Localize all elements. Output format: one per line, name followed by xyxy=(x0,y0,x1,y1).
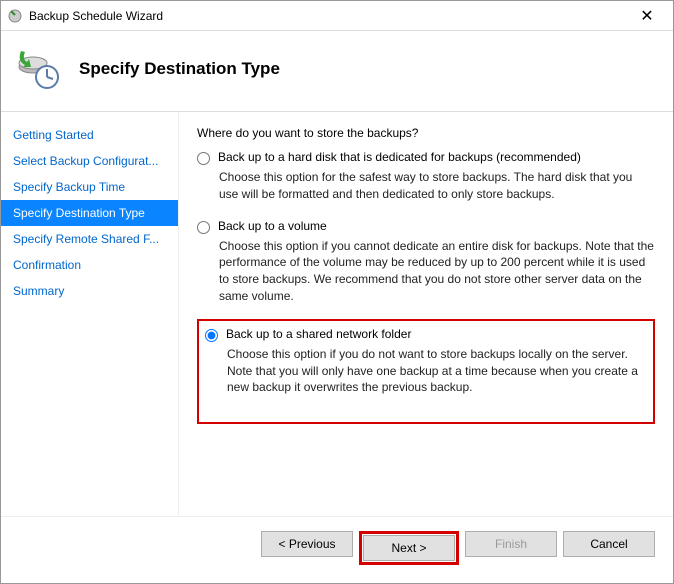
app-icon xyxy=(7,8,23,24)
option-0[interactable]: Back up to a hard disk that is dedicated… xyxy=(197,150,655,165)
wizard-header: Specify Destination Type xyxy=(1,31,673,112)
option-desc-1: Choose this option if you cannot dedicat… xyxy=(219,238,655,305)
option-radio-1[interactable] xyxy=(197,221,210,234)
option-desc-2: Choose this option if you do not want to… xyxy=(227,346,647,396)
finish-button-wrap: Finish xyxy=(465,531,557,565)
option-radio-2[interactable] xyxy=(205,329,218,342)
backup-icon xyxy=(15,45,63,93)
previous-button-wrap: < Previous xyxy=(261,531,353,565)
sidebar-step-5[interactable]: Confirmation xyxy=(1,252,178,278)
next-button[interactable]: Next > xyxy=(363,535,455,561)
close-button[interactable]: ✕ xyxy=(627,6,667,26)
window-title: Backup Schedule Wizard xyxy=(29,9,627,23)
sidebar-step-4[interactable]: Specify Remote Shared F... xyxy=(1,226,178,252)
option-radio-0[interactable] xyxy=(197,152,210,165)
option-desc-0: Choose this option for the safest way to… xyxy=(219,169,655,203)
sidebar-step-0[interactable]: Getting Started xyxy=(1,122,178,148)
option-label-0: Back up to a hard disk that is dedicated… xyxy=(218,150,581,165)
option-2[interactable]: Back up to a shared network folder xyxy=(205,327,647,342)
wizard-body: Getting StartedSelect Backup Configurat.… xyxy=(1,112,673,516)
titlebar: Backup Schedule Wizard ✕ xyxy=(1,1,673,31)
sidebar-step-6[interactable]: Summary xyxy=(1,278,178,304)
destination-options: Back up to a hard disk that is dedicated… xyxy=(197,150,655,424)
previous-button[interactable]: < Previous xyxy=(261,531,353,557)
wizard-footer: < Previous Next > Finish Cancel xyxy=(1,516,673,583)
option-1[interactable]: Back up to a volume xyxy=(197,219,655,234)
cancel-button[interactable]: Cancel xyxy=(563,531,655,557)
finish-button: Finish xyxy=(465,531,557,557)
page-title: Specify Destination Type xyxy=(79,59,280,79)
option-label-1: Back up to a volume xyxy=(218,219,327,234)
wizard-window: Backup Schedule Wizard ✕ Specify Destina… xyxy=(0,0,674,584)
sidebar-step-1[interactable]: Select Backup Configurat... xyxy=(1,148,178,174)
option-label-2: Back up to a shared network folder xyxy=(226,327,411,342)
wizard-steps-sidebar: Getting StartedSelect Backup Configurat.… xyxy=(1,112,179,516)
cancel-button-wrap: Cancel xyxy=(563,531,655,565)
wizard-content: Where do you want to store the backups? … xyxy=(179,112,673,516)
question-text: Where do you want to store the backups? xyxy=(197,126,655,140)
next-button-wrap: Next > xyxy=(359,531,459,565)
sidebar-step-2[interactable]: Specify Backup Time xyxy=(1,174,178,200)
sidebar-step-3[interactable]: Specify Destination Type xyxy=(1,200,178,226)
